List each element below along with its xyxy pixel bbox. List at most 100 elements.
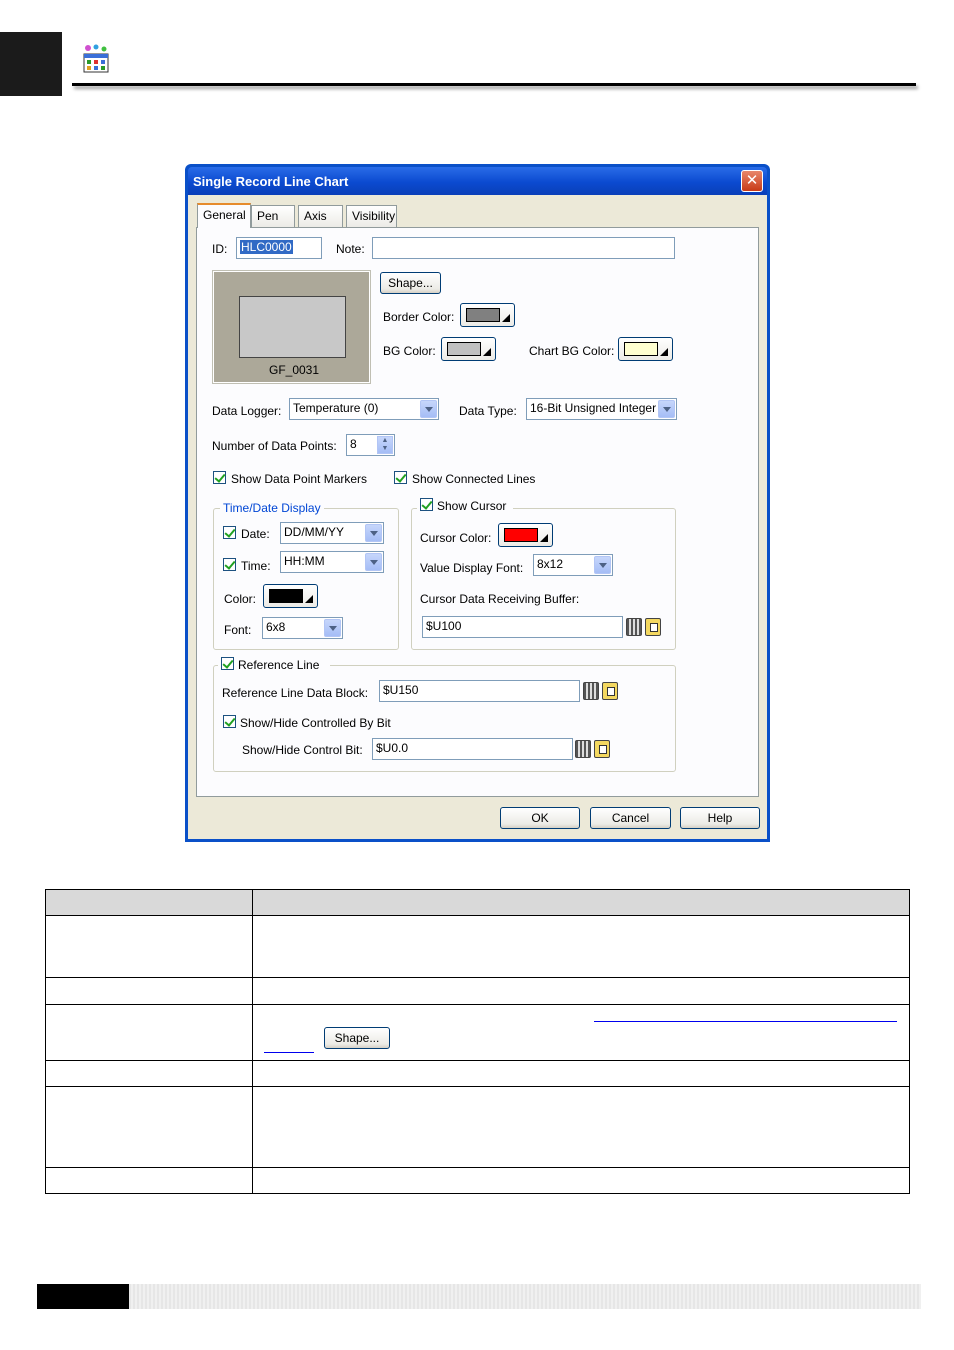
chart-bg-color-button[interactable] — [618, 337, 673, 361]
tag-browse-icon[interactable] — [645, 618, 661, 636]
cursor-color-label: Cursor Color: — [420, 531, 492, 545]
time-color-button[interactable] — [263, 584, 318, 608]
time-font-select[interactable]: 6x8 — [262, 617, 343, 639]
id-label: ID: — [212, 242, 228, 256]
num-points-value: 8 — [350, 437, 357, 451]
show-lines-label: Show Connected Lines — [412, 472, 536, 486]
time-color-label: Color: — [224, 592, 257, 606]
date-checkbox[interactable] — [223, 526, 236, 539]
num-points-stepper[interactable]: 8 ▲ ▼ — [346, 434, 395, 456]
chevron-down-icon[interactable] — [324, 619, 341, 637]
help-button[interactable]: Help — [680, 807, 760, 829]
shape-button[interactable]: Shape... — [380, 272, 441, 294]
general-tab-panel: ID: HLC0000 Note: GF_0031 Shape... Borde… — [196, 227, 759, 797]
time-font-value: 6x8 — [266, 620, 286, 634]
data-logger-select[interactable]: Temperature (0) — [289, 398, 439, 420]
shape-preview: GF_0031 — [212, 270, 371, 384]
border-color-button[interactable] — [460, 303, 515, 327]
table-cell — [252, 1086, 910, 1168]
table-header-cell — [252, 889, 910, 916]
time-date-group-title: Time/Date Display — [220, 501, 324, 515]
table-cell — [45, 1086, 253, 1168]
dialog-title: Single Record Line Chart — [193, 174, 349, 189]
show-markers-checkbox[interactable] — [213, 471, 226, 484]
tab-visibility[interactable]: Visibility — [346, 205, 397, 227]
tab-pen[interactable]: Pen — [251, 205, 295, 227]
inline-shape-button[interactable]: Shape... — [324, 1027, 390, 1049]
data-logger-label: Data Logger: — [212, 404, 282, 418]
table-row — [45, 977, 910, 1005]
show-cursor-checkbox[interactable] — [420, 498, 433, 511]
preview-caption: GF_0031 — [269, 363, 320, 377]
table-header-row — [45, 889, 910, 916]
date-label: Date: — [241, 527, 270, 541]
tab-axis[interactable]: Axis — [298, 205, 343, 227]
value-font-value: 8x12 — [537, 557, 564, 571]
chevron-down-icon[interactable] — [420, 400, 437, 418]
table-row — [45, 1004, 910, 1061]
ref-data-block-label: Reference Line Data Block: — [222, 686, 369, 700]
time-format-value: HH:MM — [284, 554, 325, 568]
chapter-marker — [0, 32, 62, 96]
close-icon[interactable]: ✕ — [741, 170, 763, 192]
border-color-label: Border Color: — [383, 310, 455, 324]
tab-general[interactable]: General — [197, 203, 251, 228]
buffer-field[interactable]: $U100 — [422, 616, 623, 638]
showhide-checkbox[interactable] — [223, 715, 236, 728]
showhide-label: Show/Hide Controlled By Bit — [240, 716, 391, 730]
calculator-icon[interactable] — [575, 740, 591, 758]
chevron-down-icon[interactable] — [365, 524, 382, 542]
value-font-select[interactable]: 8x12 — [533, 554, 613, 576]
table-cell — [45, 915, 253, 978]
data-type-value: 16-Bit Unsigned Integer — [530, 401, 657, 415]
time-checkbox[interactable] — [223, 558, 236, 571]
table-row — [45, 1060, 910, 1087]
chevron-down-icon[interactable] — [658, 400, 675, 418]
time-format-select[interactable]: HH:MM — [280, 551, 384, 573]
footer-page-block — [37, 1284, 129, 1309]
id-field[interactable]: HLC0000 — [236, 237, 322, 259]
show-lines-checkbox[interactable] — [394, 471, 407, 484]
preview-shape — [239, 296, 346, 358]
tag-browse-icon[interactable] — [594, 740, 610, 758]
dialog-titlebar[interactable]: Single Record Line Chart ✕ — [188, 167, 767, 195]
ref-data-block-field[interactable]: $U150 — [379, 680, 580, 702]
buffer-label: Cursor Data Receiving Buffer: — [420, 592, 580, 606]
footer-bar — [129, 1284, 921, 1309]
value-font-label: Value Display Font: — [420, 561, 524, 575]
hyperlink-underline[interactable] — [594, 1021, 897, 1022]
dialog-client: General Pen Axis Visibility ID: HLC0000 … — [188, 195, 767, 839]
bg-color-button[interactable] — [441, 337, 496, 361]
date-format-select[interactable]: DD/MM/YY — [280, 522, 384, 544]
note-field[interactable] — [372, 237, 675, 259]
bg-color-label: BG Color: — [383, 344, 436, 358]
time-font-label: Font: — [224, 623, 252, 637]
show-cursor-label: Show Cursor — [437, 499, 507, 513]
table-cell — [252, 977, 910, 1005]
dropdown-triangle-icon — [305, 595, 313, 603]
ok-button[interactable]: OK — [500, 807, 580, 829]
single-record-line-chart-dialog: Single Record Line Chart ✕ General Pen A… — [185, 164, 770, 842]
cancel-button[interactable]: Cancel — [590, 807, 671, 829]
reference-line-checkbox[interactable] — [221, 657, 234, 670]
calculator-icon[interactable] — [626, 618, 642, 636]
chevron-down-icon[interactable] — [594, 556, 611, 574]
date-format-value: DD/MM/YY — [284, 525, 344, 539]
table-row — [45, 1086, 910, 1168]
control-bit-label: Show/Hide Control Bit: — [242, 743, 363, 757]
hyperlink-underline[interactable] — [264, 1052, 314, 1053]
tag-browse-icon[interactable] — [602, 682, 618, 700]
spin-arrows-icon[interactable]: ▲ ▼ — [377, 436, 393, 454]
calculator-icon[interactable] — [583, 682, 599, 700]
show-markers-label: Show Data Point Markers — [231, 472, 368, 486]
description-table — [45, 889, 910, 1194]
data-logger-value: Temperature (0) — [293, 401, 379, 415]
chevron-down-icon[interactable] — [365, 553, 382, 571]
note-label: Note: — [336, 242, 365, 256]
header-rule — [72, 83, 916, 86]
data-type-select[interactable]: 16-Bit Unsigned Integer — [526, 398, 677, 420]
control-bit-field[interactable]: $U0.0 — [372, 738, 573, 760]
cursor-color-button[interactable] — [498, 523, 553, 547]
dropdown-triangle-icon — [660, 348, 668, 356]
time-color-swatch — [269, 589, 303, 603]
